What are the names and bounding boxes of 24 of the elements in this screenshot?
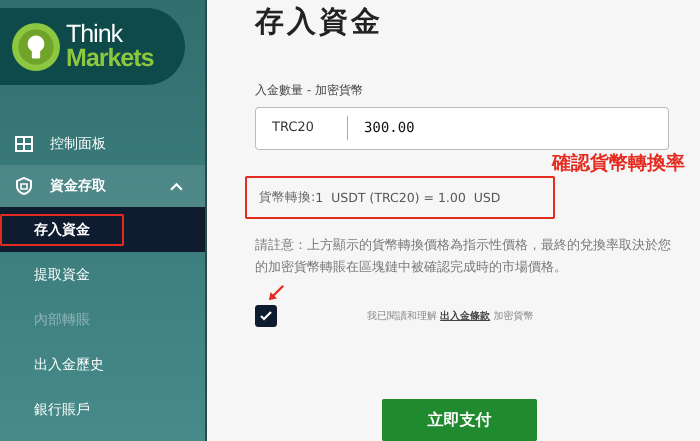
consent-text: 我已閱讀和理解 出入金條款 加密貨幣 xyxy=(367,310,534,324)
sidebar-subitem[interactable]: 出入金歷史 xyxy=(0,342,205,387)
amount-value: 300.00 xyxy=(363,120,415,136)
currency-label: TRC20 xyxy=(256,116,348,140)
amount-field[interactable]: TRC20 300.00 xyxy=(255,107,669,150)
sidebar-subitem[interactable]: 提取資金 xyxy=(0,252,205,297)
terms-link[interactable]: 出入金條款 xyxy=(440,311,490,322)
field-label: 入金數量 - 加密貨幣 xyxy=(255,82,364,99)
lightbulb-logo-icon xyxy=(10,20,62,72)
check-icon xyxy=(259,309,273,323)
notice-text: 請註意：上方顯示的貨幣轉換價格為指示性價格，最終的兌換率取決於您的加密貨幣轉賬在區塊鏈中被確認完成時的市場價格。 xyxy=(255,237,672,277)
sidebar-item[interactable]: 控制面板 xyxy=(0,123,205,165)
sidebar-item[interactable]: 資金存取 xyxy=(0,165,205,207)
pay-button[interactable]: 立即支付 xyxy=(382,399,537,441)
logo-text: Think xyxy=(66,22,123,46)
sidebar-subitem[interactable]: 銀行賬戶 xyxy=(0,387,205,432)
logo-text: Markets xyxy=(66,46,154,70)
conversion-rate: 貨幣轉換:1 USDT (TRC20) = 1.00 USD xyxy=(245,176,555,219)
checkbox[interactable] xyxy=(255,305,277,327)
grid-icon xyxy=(14,134,34,154)
shield-icon xyxy=(14,176,34,196)
annotation-text: 確認貨幣轉換率 xyxy=(552,150,685,176)
page-title: 存入資金 xyxy=(255,3,384,40)
sidebar-subitem[interactable]: 存入資金 xyxy=(0,207,205,252)
